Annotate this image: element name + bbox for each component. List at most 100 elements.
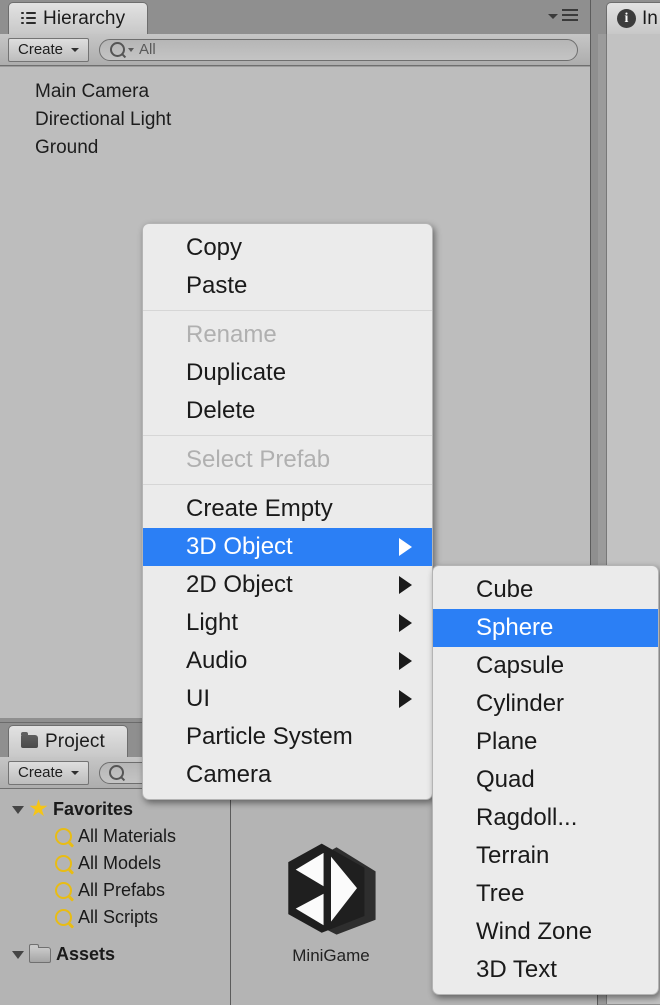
hierarchy-search-placeholder: All xyxy=(139,41,156,58)
submenu-item-label: Quad xyxy=(476,766,535,793)
submenu-item-3d-text[interactable]: 3D Text xyxy=(433,951,658,989)
chevron-down-icon xyxy=(548,14,558,19)
hierarchy-item-label: Main Camera xyxy=(35,81,150,102)
menu-item-label: Light xyxy=(186,609,239,636)
menu-item-rename: Rename xyxy=(143,316,432,354)
menu-separator xyxy=(143,435,432,436)
unity-scene-icon xyxy=(288,843,376,935)
submenu-item-label: 3D Text xyxy=(476,956,557,983)
folder-icon xyxy=(21,732,38,748)
submenu-item-sphere[interactable]: Sphere xyxy=(433,609,658,647)
hierarchy-item[interactable]: Main Camera xyxy=(0,78,590,106)
search-filter-chevron-icon[interactable] xyxy=(128,47,135,52)
menu-item-audio[interactable]: Audio xyxy=(143,642,432,680)
submenu-arrow-icon xyxy=(399,652,412,670)
submenu-item-label: Ragdoll... xyxy=(476,804,578,831)
submenu-item-plane[interactable]: Plane xyxy=(433,723,658,761)
submenu-arrow-icon xyxy=(399,576,412,594)
asset-item-minigame[interactable]: MiniGame xyxy=(256,838,406,966)
hierarchy-create-button[interactable]: Create xyxy=(8,37,90,62)
submenu-item-quad[interactable]: Quad xyxy=(433,761,658,799)
submenu-item-capsule[interactable]: Capsule xyxy=(433,647,658,685)
submenu-item-label: Capsule xyxy=(476,652,565,679)
hierarchy-item-label: Directional Light xyxy=(35,109,172,130)
menu-item-label: 3D Object xyxy=(186,533,293,560)
tab-inspector-label: In xyxy=(642,7,658,29)
menu-item-label: 2D Object xyxy=(186,571,293,598)
menu-separator xyxy=(143,310,432,311)
submenu-item-label: Wind Zone xyxy=(476,918,593,945)
submenu-item-label: Sphere xyxy=(476,614,554,641)
menu-item-copy[interactable]: Copy xyxy=(143,229,432,267)
submenu-item-label: Plane xyxy=(476,728,538,755)
menu-item-create-empty[interactable]: Create Empty xyxy=(143,490,432,528)
search-saved-icon xyxy=(55,882,72,899)
hierarchy-panel-options-button[interactable] xyxy=(548,9,578,24)
submenu-arrow-icon xyxy=(399,538,412,556)
submenu-item-tree[interactable]: Tree xyxy=(433,875,658,913)
project-tree-item-label: Favorites xyxy=(53,799,134,819)
project-tree-item-all-materials[interactable]: All Materials xyxy=(0,823,230,850)
project-tree-item-all-scripts[interactable]: All Scripts xyxy=(0,904,230,931)
tab-project-label: Project xyxy=(45,730,105,752)
menu-item-label: Duplicate xyxy=(186,359,287,386)
hierarchy-item[interactable]: Ground xyxy=(0,134,590,162)
project-tree-item-favorites[interactable]: ★ Favorites xyxy=(0,796,230,823)
folder-open-icon xyxy=(29,943,51,963)
chevron-down-icon[interactable] xyxy=(12,950,24,959)
project-create-button[interactable]: Create xyxy=(8,760,90,785)
hierarchy-list-icon xyxy=(21,12,36,25)
project-tree: ★ Favorites All Materials All Models All… xyxy=(0,790,230,1005)
project-tree-item-assets[interactable]: Assets xyxy=(0,941,230,968)
project-tree-item-all-prefabs[interactable]: All Prefabs xyxy=(0,877,230,904)
hierarchy-item[interactable]: Directional Light xyxy=(0,106,590,134)
submenu-item-terrain[interactable]: Terrain xyxy=(433,837,658,875)
submenu-item-cube[interactable]: Cube xyxy=(433,571,658,609)
hierarchy-search-input[interactable]: All xyxy=(99,38,578,61)
menu-separator xyxy=(143,484,432,485)
chevron-down-icon xyxy=(71,47,80,52)
chevron-down-icon xyxy=(71,770,80,775)
submenu-item-label: Cylinder xyxy=(476,690,565,717)
menu-item-light[interactable]: Light xyxy=(143,604,432,642)
tab-hierarchy-label: Hierarchy xyxy=(43,7,126,29)
project-tree-item-label: All Scripts xyxy=(78,907,159,927)
tab-hierarchy[interactable]: Hierarchy xyxy=(8,2,149,34)
hierarchy-context-menu: Copy Paste Rename Duplicate Delete Selec… xyxy=(142,223,433,800)
submenu-item-wind-zone[interactable]: Wind Zone xyxy=(433,913,658,951)
menu-item-paste[interactable]: Paste xyxy=(143,267,432,305)
menu-item-label: Copy xyxy=(186,234,243,261)
menu-item-label: Rename xyxy=(186,321,277,348)
menu-item-duplicate[interactable]: Duplicate xyxy=(143,354,432,392)
hierarchy-item-label: Ground xyxy=(35,137,99,158)
tab-project[interactable]: Project xyxy=(8,725,128,757)
menu-item-label: Paste xyxy=(186,272,248,299)
asset-item-label: MiniGame xyxy=(292,946,370,965)
project-tree-item-all-models[interactable]: All Models xyxy=(0,850,230,877)
menu-item-ui[interactable]: UI xyxy=(143,680,432,718)
submenu-item-cylinder[interactable]: Cylinder xyxy=(433,685,658,723)
menu-item-delete[interactable]: Delete xyxy=(143,392,432,430)
project-tree-item-label: Assets xyxy=(56,944,116,964)
inspector-tabstrip: i In xyxy=(598,0,660,34)
chevron-down-icon[interactable] xyxy=(12,805,24,814)
3d-object-submenu: Cube Sphere Capsule Cylinder Plane Quad … xyxy=(432,565,659,995)
tab-inspector[interactable]: i In xyxy=(606,2,660,34)
menu-item-label: Delete xyxy=(186,397,256,424)
submenu-item-label: Terrain xyxy=(476,842,550,869)
menu-item-label: Create Empty xyxy=(186,495,333,522)
menu-item-label: UI xyxy=(186,685,210,712)
menu-item-select-prefab: Select Prefab xyxy=(143,441,432,479)
menu-item-2d-object[interactable]: 2D Object xyxy=(143,566,432,604)
search-icon xyxy=(109,765,125,780)
submenu-item-ragdoll[interactable]: Ragdoll... xyxy=(433,799,658,837)
info-icon: i xyxy=(617,9,636,28)
submenu-item-label: Tree xyxy=(476,880,525,907)
panel-options-icon xyxy=(562,9,578,24)
menu-item-particle-system[interactable]: Particle System xyxy=(143,718,432,756)
hierarchy-toolbar: Create All xyxy=(0,34,590,66)
submenu-item-label: Cube xyxy=(476,576,534,603)
menu-item-3d-object[interactable]: 3D Object xyxy=(143,528,432,566)
hierarchy-tabstrip: Hierarchy xyxy=(0,0,590,35)
menu-item-camera[interactable]: Camera xyxy=(143,756,432,794)
